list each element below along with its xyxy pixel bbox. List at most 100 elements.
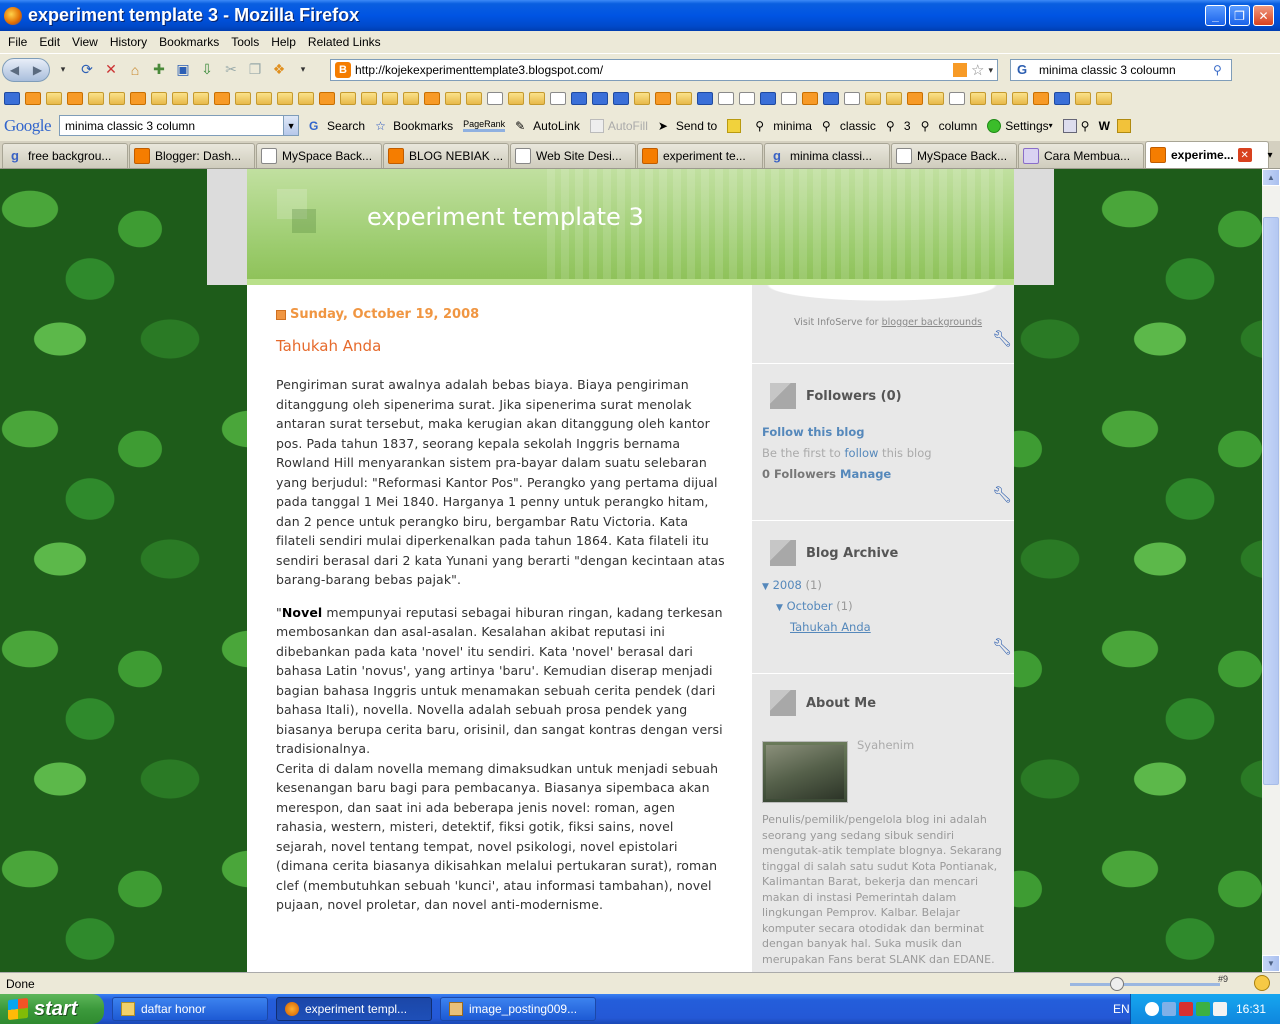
- bookmark-icon[interactable]: [382, 91, 398, 105]
- start-button[interactable]: start: [0, 994, 104, 1024]
- google-toolbar-query[interactable]: minima classic 3 column ▼: [59, 115, 300, 136]
- scroll-thumb[interactable]: [1263, 217, 1279, 785]
- url-bar[interactable]: B http://kojekexperimenttemplate3.blogsp…: [330, 59, 998, 81]
- bookmark-icon[interactable]: [130, 91, 146, 105]
- bookmark-icon[interactable]: [781, 91, 797, 105]
- tab-experiment-template[interactable]: experiment te...: [637, 143, 763, 168]
- search-icon[interactable]: ⚲: [1213, 63, 1231, 77]
- post-title[interactable]: Tahukah Anda: [276, 337, 381, 355]
- scroll-down-icon[interactable]: ▼: [1262, 955, 1280, 972]
- taskbar-item-firefox[interactable]: experiment templ...: [276, 997, 432, 1021]
- google-logo[interactable]: Google: [4, 116, 52, 136]
- minimize-button[interactable]: _: [1205, 5, 1226, 26]
- bookmark-icon[interactable]: [235, 91, 251, 105]
- bookmark-icon[interactable]: [991, 91, 1007, 105]
- follow-link[interactable]: follow: [844, 446, 878, 460]
- bookmark-icon[interactable]: [298, 91, 314, 105]
- search-term-classic[interactable]: ⚲ classic: [822, 119, 876, 133]
- bookmark-icon[interactable]: [487, 91, 503, 105]
- stop-icon[interactable]: ✕: [100, 59, 122, 81]
- tab-free-backgrounds[interactable]: g free backgrou...: [2, 143, 128, 168]
- taskbar-item-image-posting[interactable]: image_posting009...: [440, 997, 596, 1021]
- triangle-down-icon[interactable]: ▼: [776, 603, 783, 613]
- window-title-bar[interactable]: experiment template 3 - Mozilla Firefox …: [0, 0, 1280, 31]
- bookmark-star-icon[interactable]: ☆: [971, 61, 984, 79]
- toolbar-dropdown-icon[interactable]: ▾: [292, 59, 314, 81]
- back-arrow-icon[interactable]: ◀: [10, 63, 19, 77]
- bookmark-icon[interactable]: [928, 91, 944, 105]
- search-term-3[interactable]: ⚲ 3: [886, 119, 911, 133]
- menu-bookmarks[interactable]: Bookmarks: [153, 35, 225, 49]
- visit-link[interactable]: blogger backgrounds: [882, 317, 982, 328]
- zoom-slider[interactable]: [1060, 976, 1230, 992]
- tab-myspace-back-1[interactable]: MySpace Back...: [256, 143, 382, 168]
- menu-file[interactable]: File: [2, 35, 33, 49]
- tray-antivirus-icon[interactable]: [1178, 1002, 1193, 1016]
- zoom-knob[interactable]: [1110, 977, 1124, 991]
- menu-view[interactable]: View: [66, 35, 104, 49]
- follow-this-blog-link[interactable]: Follow this blog: [762, 425, 864, 439]
- smiley-icon[interactable]: [1254, 975, 1270, 991]
- bookmark-icon[interactable]: [970, 91, 986, 105]
- bookmark-icon[interactable]: [1075, 91, 1091, 105]
- bookmark-icon[interactable]: [802, 91, 818, 105]
- archive-year-row[interactable]: ▼ 2008 (1): [762, 578, 822, 592]
- bookmark-icon[interactable]: [529, 91, 545, 105]
- google-query-text[interactable]: minima classic 3 column: [65, 119, 195, 133]
- bookmark-icon[interactable]: [1012, 91, 1028, 105]
- bookmark-icon[interactable]: [193, 91, 209, 105]
- bookmark-icon[interactable]: [844, 91, 860, 105]
- bookmark-icon[interactable]: [508, 91, 524, 105]
- tab-blog-nebiak[interactable]: BLOG NEBIAK ...: [383, 143, 509, 168]
- url-text[interactable]: http://kojekexperimenttemplate3.blogspot…: [355, 63, 953, 77]
- bookmark-icon[interactable]: [1096, 91, 1112, 105]
- menu-edit[interactable]: Edit: [33, 35, 66, 49]
- tab-experiment-active[interactable]: experime... ✕: [1145, 141, 1269, 168]
- taskbar-item-daftar-honor[interactable]: daftar honor: [112, 997, 268, 1021]
- tab-cara-membuat[interactable]: Cara Membua...: [1018, 143, 1144, 168]
- bookmark-icon[interactable]: [949, 91, 965, 105]
- tab-web-site-design[interactable]: Web Site Desi...: [510, 143, 636, 168]
- triangle-down-icon[interactable]: ▼: [762, 582, 769, 592]
- bookmark-icon[interactable]: [1054, 91, 1070, 105]
- bookmark-icon[interactable]: [697, 91, 713, 105]
- search-bar[interactable]: G minima classic 3 coloumn ⚲: [1010, 59, 1232, 81]
- bookmark-icon[interactable]: [634, 91, 650, 105]
- bookmark-icon[interactable]: [424, 91, 440, 105]
- wrench-icon[interactable]: 🔧︎: [992, 485, 1012, 505]
- tab-myspace-back-2[interactable]: MySpace Back...: [891, 143, 1017, 168]
- menu-related-links[interactable]: Related Links: [302, 35, 387, 49]
- extra-tools[interactable]: ⚲ W: [1062, 118, 1135, 133]
- bookmark-icon[interactable]: [25, 91, 41, 105]
- chevron-down-icon[interactable]: ▼: [283, 116, 299, 135]
- autofill-button[interactable]: AutoFill: [589, 118, 648, 133]
- google-search-button[interactable]: G Search: [309, 119, 365, 133]
- reload-icon[interactable]: ⟳: [76, 59, 98, 81]
- bookmark-icon[interactable]: [466, 91, 482, 105]
- bookmark-icon[interactable]: [445, 91, 461, 105]
- bookmark-icon[interactable]: [172, 91, 188, 105]
- home-icon[interactable]: ⌂: [124, 59, 146, 81]
- bookmark-icon[interactable]: [403, 91, 419, 105]
- bookmark-icon[interactable]: [319, 91, 335, 105]
- copy-icon[interactable]: ❐: [244, 59, 266, 81]
- menu-history[interactable]: History: [104, 35, 153, 49]
- bookmark-icon[interactable]: [592, 91, 608, 105]
- tab-list-dropdown-icon[interactable]: ▾: [1262, 146, 1278, 164]
- scroll-up-icon[interactable]: ▲: [1262, 169, 1280, 186]
- author-avatar[interactable]: [762, 741, 848, 803]
- page-icon[interactable]: ▣: [172, 59, 194, 81]
- addon-icon[interactable]: ✚: [148, 59, 170, 81]
- rss-icon[interactable]: [953, 63, 968, 77]
- bookmark-icon[interactable]: [655, 91, 671, 105]
- bookmark-icon[interactable]: [718, 91, 734, 105]
- send-to-button[interactable]: ➤ Send to: [658, 119, 717, 133]
- bookmark-icon[interactable]: [760, 91, 776, 105]
- menu-help[interactable]: Help: [265, 35, 302, 49]
- tray-arrow-icon[interactable]: [1144, 1002, 1159, 1016]
- tab-blogger-dashboard[interactable]: Blogger: Dash...: [129, 143, 255, 168]
- bookmark-icon[interactable]: [613, 91, 629, 105]
- bookmark-icon[interactable]: [886, 91, 902, 105]
- back-forward-buttons[interactable]: ◀ ▶: [2, 57, 50, 82]
- search-term-column[interactable]: ⚲ column: [921, 119, 978, 133]
